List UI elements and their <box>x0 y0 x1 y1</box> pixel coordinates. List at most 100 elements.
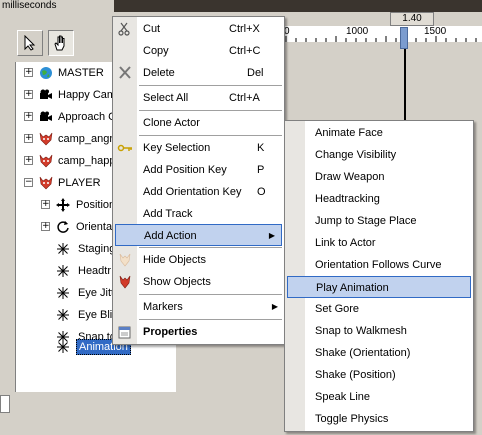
menu-item-label: Copy <box>143 45 169 57</box>
cursor-arrow-icon <box>24 35 36 51</box>
menu-item-add-track[interactable]: Add Track <box>113 203 284 225</box>
pointer-tool-button[interactable] <box>17 30 43 56</box>
asterisk-icon <box>57 265 69 277</box>
menu-separator <box>139 294 282 295</box>
delete-x-icon <box>119 66 131 79</box>
hand-tool-button[interactable] <box>48 30 74 56</box>
menu-item-label: Add Position Key <box>143 164 227 176</box>
menu-shortcut: K <box>257 142 265 154</box>
expand-button[interactable]: + <box>41 222 50 231</box>
submenu-item[interactable]: Orientation Follows Curve <box>285 254 473 276</box>
menu-item-hide-objects[interactable]: Hide Objects <box>113 249 284 271</box>
expand-button[interactable]: + <box>24 112 33 121</box>
expand-button[interactable]: + <box>41 200 50 209</box>
menu-item-cut[interactable]: Cut Ctrl+X <box>113 18 284 40</box>
submenu-item[interactable]: Speak Line <box>285 386 473 408</box>
actor-icon <box>39 154 53 168</box>
expand-button[interactable]: + <box>24 156 33 165</box>
menu-item-label: Add Action <box>144 230 197 242</box>
menu-item-select-all[interactable]: Select All Ctrl+A <box>113 87 284 109</box>
menu-item-label: Delete <box>143 67 175 79</box>
hand-icon <box>54 35 65 51</box>
submenu-item-label: Shake (Orientation) <box>315 347 411 359</box>
menu-shortcut: P <box>257 164 265 176</box>
expand-button[interactable]: + <box>24 68 33 77</box>
submenu-item[interactable]: Draw Weapon <box>285 166 473 188</box>
show-icon <box>119 275 131 289</box>
time-cursor-handle[interactable] <box>400 27 408 49</box>
submenu-item-label: Jump to Stage Place <box>315 215 417 227</box>
move-icon <box>56 198 70 212</box>
camera-icon <box>40 111 52 121</box>
submenu-item-label: Play Animation <box>316 282 389 294</box>
tree-item-label: Headtr <box>78 265 112 277</box>
menu-item-show-objects[interactable]: Show Objects <box>113 271 284 293</box>
globe-icon <box>40 67 52 79</box>
menu-item-label: Markers <box>143 301 183 313</box>
asterisk-icon <box>57 341 69 353</box>
menu-item-markers[interactable]: Markers ▶ <box>113 296 284 318</box>
rotate-icon <box>57 221 69 233</box>
submenu-item[interactable]: Link to Actor <box>285 232 473 254</box>
menu-item-add-action[interactable]: Add Action ▶ <box>115 224 282 246</box>
asterisk-icon <box>57 287 69 299</box>
submenu-item[interactable]: Snap to Walkmesh <box>285 320 473 342</box>
menu-item-add-position-key[interactable]: Add Position Key P <box>113 159 284 181</box>
submenu-item[interactable]: Headtracking <box>285 188 473 210</box>
context-menu: Cut Ctrl+X Copy Ctrl+C Delete Del Select… <box>112 16 285 345</box>
submenu-item-label: Set Gore <box>315 303 360 315</box>
key-icon <box>117 144 132 152</box>
tree-item-label: Happy Cam <box>58 89 117 101</box>
submenu-item-label: Link to Actor <box>315 237 376 249</box>
menu-item-clone-actor[interactable]: Clone Actor <box>113 112 284 134</box>
units-label: milliseconds <box>0 0 114 12</box>
submenu-item[interactable]: Shake (Orientation) <box>285 342 473 364</box>
submenu-item[interactable]: Jump to Stage Place <box>285 210 473 232</box>
submenu-item-label: Shake (Position) <box>315 369 396 381</box>
submenu-item-play-animation[interactable]: Play Animation <box>287 276 471 298</box>
submenu-item-label: Orientation Follows Curve <box>315 259 442 271</box>
add-action-submenu: Animate Face Change Visibility Draw Weap… <box>284 120 474 432</box>
submenu-item-label: Animate Face <box>315 127 383 139</box>
menu-item-properties[interactable]: Properties <box>113 321 284 343</box>
camera-icon <box>40 89 52 99</box>
submenu-item[interactable]: Shake (Position) <box>285 364 473 386</box>
submenu-item[interactable]: Change Visibility <box>285 144 473 166</box>
actor-icon <box>39 176 53 190</box>
expand-button[interactable]: + <box>24 134 33 143</box>
horizontal-scrollbar[interactable] <box>0 395 10 413</box>
menu-shortcut: O <box>257 186 266 198</box>
submenu-item-label: Speak Line <box>315 391 371 403</box>
submenu-item-label: Headtracking <box>315 193 380 205</box>
submenu-arrow-icon: ▶ <box>271 302 278 311</box>
tree-item-label: Approach C <box>58 111 117 123</box>
current-time-field[interactable]: 1.40 <box>390 12 434 26</box>
menu-item-delete[interactable]: Delete Del <box>113 62 284 84</box>
submenu-item[interactable]: Animate Face <box>285 122 473 144</box>
menu-item-key-selection[interactable]: Key Selection K <box>113 137 284 159</box>
menu-separator <box>139 247 282 248</box>
menu-item-copy[interactable]: Copy Ctrl+C <box>113 40 284 62</box>
menu-separator <box>139 85 282 86</box>
menu-separator <box>139 135 282 136</box>
menu-shortcut: Ctrl+C <box>229 45 261 57</box>
menu-separator <box>139 319 282 320</box>
menu-item-label: Clone Actor <box>143 117 200 129</box>
menu-item-add-orientation-key[interactable]: Add Orientation Key O <box>113 181 284 203</box>
menu-item-label: Select All <box>143 92 189 104</box>
submenu-item[interactable]: Set Gore <box>285 298 473 320</box>
menu-item-label: Cut <box>143 23 161 35</box>
menu-item-label: Key Selection <box>143 142 211 154</box>
collapse-button[interactable]: − <box>24 178 33 187</box>
submenu-item-label: Change Visibility <box>315 149 397 161</box>
submenu-item[interactable]: Toggle Physics <box>285 408 473 430</box>
tree-item-label: Orientat <box>76 221 116 233</box>
tree-item-label: PLAYER <box>58 177 101 189</box>
expand-button[interactable]: + <box>24 90 33 99</box>
tree-item-label: Eye Jitt <box>78 287 115 299</box>
ruler-tick-label: 1000 <box>346 26 369 37</box>
submenu-arrow-icon: ▶ <box>268 231 275 240</box>
menu-shortcut: Del <box>247 67 264 79</box>
properties-icon <box>118 326 131 339</box>
tree-item-label: Position <box>76 199 116 211</box>
